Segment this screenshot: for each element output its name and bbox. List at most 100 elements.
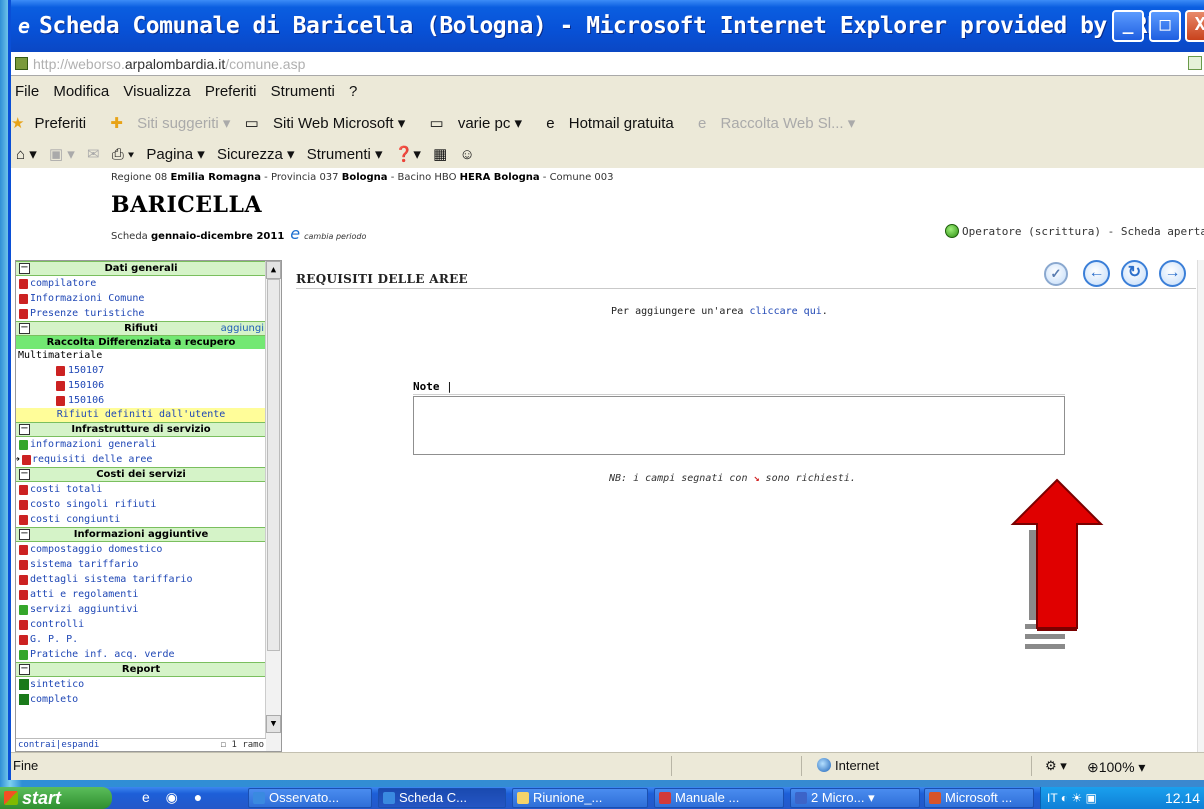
fav-siti-suggeriti[interactable]: Siti suggeriti ▾: [137, 115, 230, 132]
bin-red-icon: [19, 635, 28, 645]
collapse-icon[interactable]: −: [19, 529, 30, 540]
contrai-espandi-link[interactable]: contrai|espandi: [18, 740, 99, 750]
tree-scrollbar[interactable]: ▲ ▼: [265, 261, 281, 751]
close-button[interactable]: X: [1185, 10, 1204, 42]
print-icon[interactable]: ⎙ ▾: [112, 146, 134, 163]
tree-item-150107[interactable]: 150107: [16, 363, 281, 378]
previous-icon[interactable]: ←: [1083, 260, 1110, 287]
collapse-icon[interactable]: −: [19, 263, 30, 274]
address-bar[interactable]: http://weborso.arpalombardia.it/comune.a…: [11, 52, 1204, 76]
messenger-icon[interactable]: ☺: [460, 146, 475, 163]
section-rifiuti[interactable]: − Rifiuti aggiungi: [16, 321, 266, 336]
fav-siti-microsoft[interactable]: ▭ Siti Web Microsoft ▾: [245, 115, 416, 132]
next-icon[interactable]: →: [1159, 260, 1186, 287]
scroll-up-icon[interactable]: ▲: [266, 261, 281, 279]
research-icon[interactable]: ▦: [433, 146, 447, 163]
go-icon[interactable]: [1188, 56, 1202, 70]
add-favorites-icon[interactable]: ✚: [110, 115, 123, 132]
address-url[interactable]: http://weborso.arpalombardia.it/comune.a…: [33, 56, 305, 72]
tree-item-compilatore[interactable]: compilatore: [16, 276, 281, 291]
section-infrastrutture[interactable]: − Infrastrutture di servizio: [16, 422, 266, 437]
quick-launch[interactable]: e ◉ ●: [142, 789, 208, 806]
cliccare-qui-link[interactable]: cliccare qui: [749, 306, 821, 317]
menu-file[interactable]: File: [15, 83, 39, 100]
zoom-level[interactable]: ⊕100% ▾: [1087, 759, 1145, 776]
tree-item-presenze-turistiche[interactable]: Presenze turistiche: [16, 306, 281, 321]
minimize-button[interactable]: _: [1112, 10, 1144, 42]
collapse-icon[interactable]: −: [19, 469, 30, 480]
fav-raccolta-web[interactable]: e Raccolta Web Sl... ▾: [698, 115, 865, 132]
help-icon[interactable]: ❓▾: [395, 146, 421, 163]
favorites-button[interactable]: ★ Preferiti: [11, 115, 96, 132]
tree-item-150106-b[interactable]: 150106: [16, 393, 281, 408]
tree-item-completo[interactable]: completo: [16, 692, 281, 707]
tree-item-costi-congiunti[interactable]: costi congiunti: [16, 512, 281, 527]
note-textarea[interactable]: [413, 396, 1065, 455]
tree-item-informazioni-generali[interactable]: informazioni generali: [16, 437, 281, 452]
tree-item-sistema-tariffario[interactable]: sistema tariffario: [16, 557, 281, 572]
feeds-icon[interactable]: ▣ ▾: [49, 146, 75, 163]
title-bar[interactable]: e Scheda Comunale di Baricella (Bologna)…: [11, 0, 1204, 52]
collapse-icon[interactable]: −: [19, 323, 30, 334]
window-title: Scheda Comunale di Baricella (Bologna) -…: [39, 13, 1174, 39]
menu-visualizza[interactable]: Visualizza: [123, 83, 190, 100]
collapse-icon[interactable]: −: [19, 424, 30, 435]
help-nav-icon[interactable]: ✓: [1044, 262, 1068, 286]
scroll-thumb[interactable]: [267, 279, 280, 651]
security-menu[interactable]: Sicurezza ▾: [217, 146, 295, 163]
tree-item-costo-singoli-rifiuti[interactable]: costo singoli rifiuti: [16, 497, 281, 512]
fav-varie-pc[interactable]: ▭ varie pc ▾: [429, 115, 532, 132]
section-report[interactable]: − Report: [16, 662, 266, 677]
menu-help[interactable]: ?: [349, 83, 357, 100]
bin-red-icon: [22, 455, 31, 465]
aggiungi-link[interactable]: aggiungi: [221, 322, 264, 335]
task-scheda[interactable]: Scheda C...: [378, 788, 506, 808]
menu-modifica[interactable]: Modifica: [53, 83, 109, 100]
zone-indicator: Internet: [817, 758, 879, 773]
tree-item-costi-totali[interactable]: costi totali: [16, 482, 281, 497]
tree-item-compostaggio[interactable]: compostaggio domestico: [16, 542, 281, 557]
protected-mode-icon[interactable]: ⚙ ▾: [1045, 758, 1067, 774]
menu-strumenti[interactable]: Strumenti: [271, 83, 335, 100]
section-dati-generali[interactable]: − Dati generali: [16, 261, 266, 276]
maximize-button[interactable]: □: [1149, 10, 1181, 42]
tree-item-sintetico[interactable]: sintetico: [16, 677, 281, 692]
scroll-down-icon[interactable]: ▼: [266, 715, 281, 733]
menu-preferiti[interactable]: Preferiti: [205, 83, 257, 100]
tree-item-gpp[interactable]: G. P. P.: [16, 632, 281, 647]
navigation-tree: − Dati generali compilatore Informazioni …: [15, 260, 282, 752]
tools-menu[interactable]: Strumenti ▾: [307, 146, 383, 163]
task-word[interactable]: 2 Micro... ▾: [790, 788, 920, 808]
un-ramo-toggle[interactable]: ☐ 1 ramo: [221, 739, 264, 751]
task-osservato[interactable]: Osservato...: [248, 788, 372, 808]
tree-item-servizi-aggiuntivi[interactable]: servizi aggiuntivi: [16, 602, 281, 617]
raccolta-differenziata[interactable]: Raccolta Differenziata a recupero: [16, 336, 266, 349]
tree-item-atti-regolamenti[interactable]: atti e regolamenti: [16, 587, 281, 602]
cambia-periodo-link[interactable]: cambia periodo: [304, 232, 366, 241]
task-manuale[interactable]: Manuale ...: [654, 788, 784, 808]
start-button[interactable]: start: [0, 787, 112, 809]
language-indicator[interactable]: IT: [1047, 791, 1057, 805]
main-scrollbar[interactable]: [1197, 260, 1204, 752]
rifiuti-utente[interactable]: Rifiuti definiti dall'utente: [16, 408, 266, 422]
mail-icon[interactable]: ✉: [87, 146, 100, 163]
status-bar: Fine Internet ⚙ ▾ ⊕100% ▾: [11, 752, 1204, 780]
refresh-icon[interactable]: ↻: [1121, 260, 1148, 287]
task-microsoft[interactable]: Microsoft ...: [924, 788, 1034, 808]
refresh-period-icon[interactable]: e: [290, 224, 300, 243]
tree-item-requisiti-aree[interactable]: ➔requisiti delle aree: [16, 452, 281, 467]
home-icon[interactable]: ⌂ ▾: [16, 146, 37, 163]
tree-item-informazioni-comune[interactable]: Informazioni Comune: [16, 291, 281, 306]
task-riunione[interactable]: Riunione_...: [512, 788, 648, 808]
collapse-icon[interactable]: −: [19, 664, 30, 675]
note-label: Note |: [413, 380, 453, 393]
section-informazioni-aggiuntive[interactable]: − Informazioni aggiuntive: [16, 527, 266, 542]
tree-item-pratiche-verde[interactable]: Pratiche inf. acq. verde: [16, 647, 281, 662]
tree-item-150106[interactable]: 150106: [16, 378, 281, 393]
page-menu[interactable]: Pagina ▾: [146, 146, 204, 163]
tray-icons[interactable]: ◐ ☀ ▣: [1061, 791, 1097, 805]
tree-item-controlli[interactable]: controlli: [16, 617, 281, 632]
section-costi[interactable]: − Costi dei servizi: [16, 467, 266, 482]
tree-item-dettagli-tariffario[interactable]: dettagli sistema tariffario: [16, 572, 281, 587]
fav-hotmail[interactable]: e Hotmail gratuita: [546, 115, 684, 132]
